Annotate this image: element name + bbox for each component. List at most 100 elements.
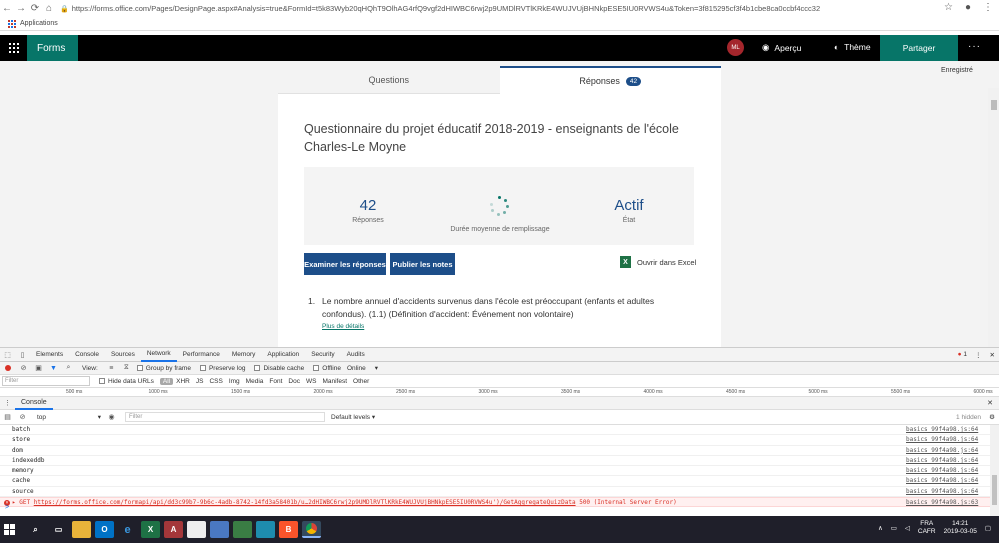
console-filter-input[interactable]: Filter	[125, 412, 325, 422]
tray-arrow-icon[interactable]: ∧	[878, 524, 883, 532]
inspect-element-icon[interactable]: ⬚	[3, 350, 12, 359]
console-settings-gear-icon[interactable]: ⚙	[989, 413, 995, 421]
chrome-icon[interactable]	[302, 521, 321, 538]
edge-icon[interactable]: e	[118, 521, 137, 538]
devtools-tab-audits[interactable]: Audits	[341, 347, 371, 362]
drawer-menu-icon[interactable]: ⋮	[3, 399, 12, 408]
list-view-icon[interactable]: ≡	[107, 364, 116, 373]
volume-icon[interactable]: ◁	[905, 524, 910, 532]
devtools-tab-network[interactable]: Network	[140, 347, 177, 362]
forms-brand[interactable]: Forms	[27, 35, 78, 61]
console-scrollbar-thumb[interactable]	[992, 475, 997, 505]
word-doc-icon[interactable]	[187, 521, 206, 538]
bookmark-star-icon[interactable]: ☆	[944, 2, 953, 13]
devtools-tab-sources[interactable]: Sources	[105, 347, 141, 362]
type-filter-css[interactable]: CSS	[206, 378, 225, 385]
type-filter-js[interactable]: JS	[193, 378, 207, 385]
log-source-link[interactable]: basics_99f4a98.js:64	[906, 446, 978, 456]
sidebar-toggle-icon[interactable]: ▤	[3, 413, 12, 422]
network-icon[interactable]: ▭	[891, 524, 897, 532]
app-icon-green[interactable]	[233, 521, 252, 538]
more-options-icon[interactable]: ···	[968, 41, 981, 52]
error-url-link[interactable]: https://forms.office.com/formapi/api/dd3…	[34, 499, 576, 506]
type-filter-doc[interactable]: Doc	[285, 378, 303, 385]
devtools-tab-memory[interactable]: Memory	[226, 347, 261, 362]
group-by-frame-checkbox[interactable]: Group by frame	[134, 365, 191, 372]
clear-console-icon[interactable]: ⊘	[18, 413, 27, 422]
input-language[interactable]: FRA CAFR	[918, 520, 936, 536]
type-filter-all[interactable]: All	[159, 377, 174, 385]
share-button[interactable]: Partager	[880, 35, 958, 61]
log-levels-select[interactable]: Default levels ▾	[331, 413, 375, 421]
type-filter-font[interactable]: Font	[266, 378, 285, 385]
waterfall-view-icon[interactable]: ⧖	[122, 364, 131, 373]
forward-icon[interactable]: →	[14, 3, 28, 14]
app-icon-teal[interactable]	[256, 521, 275, 538]
close-devtools-icon[interactable]: ✕	[990, 351, 995, 359]
back-icon[interactable]: ←	[0, 3, 14, 14]
disable-cache-checkbox[interactable]: Disable cache	[251, 365, 304, 372]
record-icon[interactable]	[5, 365, 11, 371]
close-drawer-icon[interactable]: ✕	[987, 399, 993, 407]
reload-icon[interactable]: ⟳	[28, 3, 42, 14]
devtools-tab-application[interactable]: Application	[261, 347, 305, 362]
clear-icon[interactable]: ⊘	[19, 364, 28, 373]
app-launcher-icon[interactable]	[0, 35, 27, 61]
review-responses-button[interactable]: Examiner les réponses	[304, 253, 386, 275]
search-icon[interactable]: ⌕	[26, 521, 45, 538]
more-details-link[interactable]: Plus de détails	[322, 323, 364, 330]
devtools-tab-performance[interactable]: Performance	[177, 347, 226, 362]
log-source-link[interactable]: basics_99f4a98.js:64	[906, 466, 978, 476]
theme-button[interactable]: ◐ Thème	[834, 42, 871, 52]
access-icon[interactable]: A	[164, 521, 183, 538]
publish-scores-button[interactable]: Publier les notes	[390, 253, 455, 275]
type-filter-xhr[interactable]: XHR	[173, 378, 193, 385]
devtools-tab-elements[interactable]: Elements	[30, 347, 69, 362]
open-in-excel-button[interactable]: X Ouvrir dans Excel	[620, 256, 696, 268]
page-scrollbar[interactable]	[988, 88, 999, 347]
hide-data-urls-checkbox[interactable]: Hide data URLs	[96, 378, 154, 385]
type-filter-img[interactable]: Img	[226, 378, 243, 385]
device-toggle-icon[interactable]: ▯	[18, 350, 27, 359]
apps-icon[interactable]	[8, 19, 16, 28]
console-prompt[interactable]: >	[5, 504, 9, 511]
profile-icon[interactable]: ●	[965, 2, 971, 13]
log-source-link[interactable]: basics_99f4a98.js:63	[906, 498, 978, 508]
bookmark-applications[interactable]: Applications	[20, 20, 58, 27]
type-filter-manifest[interactable]: Manifest	[319, 378, 350, 385]
type-filter-ws[interactable]: WS	[303, 378, 319, 385]
error-counter[interactable]: ● 1	[958, 351, 967, 359]
network-filter-input[interactable]: Filter	[2, 376, 90, 386]
log-source-link[interactable]: basics_99f4a98.js:64	[906, 487, 978, 497]
devtools-tab-console[interactable]: Console	[69, 347, 105, 362]
search-icon[interactable]: ⌕	[64, 364, 73, 373]
notifications-icon[interactable]: ▢	[985, 524, 991, 532]
camera-icon[interactable]: ▣	[34, 364, 43, 373]
log-source-link[interactable]: basics_99f4a98.js:64	[906, 425, 978, 435]
preserve-log-checkbox[interactable]: Preserve log	[197, 365, 245, 372]
chrome-menu-icon[interactable]: ⋮	[983, 2, 993, 13]
page-scrollbar-thumb[interactable]	[991, 100, 997, 110]
type-filter-other[interactable]: Other	[350, 378, 372, 385]
task-view-icon[interactable]: ▭	[49, 521, 68, 538]
brave-icon[interactable]: B	[279, 521, 298, 538]
clock[interactable]: 14:21 2019-03-05	[944, 520, 977, 536]
file-explorer-icon[interactable]	[72, 521, 91, 538]
tab-responses[interactable]: Réponses 42	[499, 66, 721, 94]
log-source-link[interactable]: basics_99f4a98.js:64	[906, 435, 978, 445]
outlook-icon[interactable]: O	[95, 521, 114, 538]
start-button[interactable]	[0, 516, 18, 543]
offline-checkbox[interactable]: Offline	[310, 365, 341, 372]
preview-button[interactable]: ◉ Aperçu	[762, 42, 801, 53]
expand-arrow-icon[interactable]: ▸	[12, 499, 16, 506]
type-filter-media[interactable]: Media	[243, 378, 267, 385]
network-timeline[interactable]: 500 ms 1000 ms 1500 ms 2000 ms 2500 ms 3000 m…	[0, 388, 999, 397]
excel-taskbar-icon[interactable]: X	[141, 521, 160, 538]
address-bar[interactable]: 🔒 https://forms.office.com/Pages/DesignP…	[60, 2, 920, 15]
app-icon-blue[interactable]	[210, 521, 229, 538]
context-select[interactable]: top ▾	[34, 412, 104, 422]
log-source-link[interactable]: basics_99f4a98.js:64	[906, 476, 978, 486]
eye-icon[interactable]: ◉	[107, 413, 116, 422]
home-icon[interactable]: ⌂	[42, 3, 56, 14]
log-source-link[interactable]: basics_99f4a98.js:64	[906, 456, 978, 466]
